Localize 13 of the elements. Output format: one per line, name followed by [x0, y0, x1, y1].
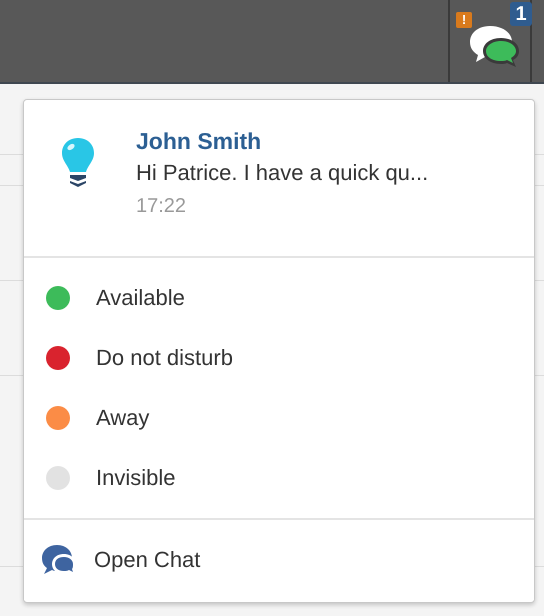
chat-bubbles-icon [470, 24, 520, 68]
status-option[interactable]: Invisible [96, 465, 176, 491]
unread-count-badge: 1 [510, 2, 532, 26]
alert-badge: ! [456, 12, 472, 28]
status-option[interactable]: Available [96, 285, 185, 311]
status-option[interactable]: Do not disturb [96, 345, 233, 371]
open-chat-menu-item[interactable]: Open Chat [24, 520, 534, 600]
message-time: 17:22 [136, 194, 188, 219]
message-preview: Hi Patrice. I have a quick qu... [136, 159, 428, 187]
sender-name: John Smith [136, 127, 262, 156]
chat-bubbles-icon [42, 544, 76, 576]
chat-toolbar-button[interactable]: ! 1 [448, 0, 532, 82]
status-option[interactable]: Away [96, 405, 150, 431]
